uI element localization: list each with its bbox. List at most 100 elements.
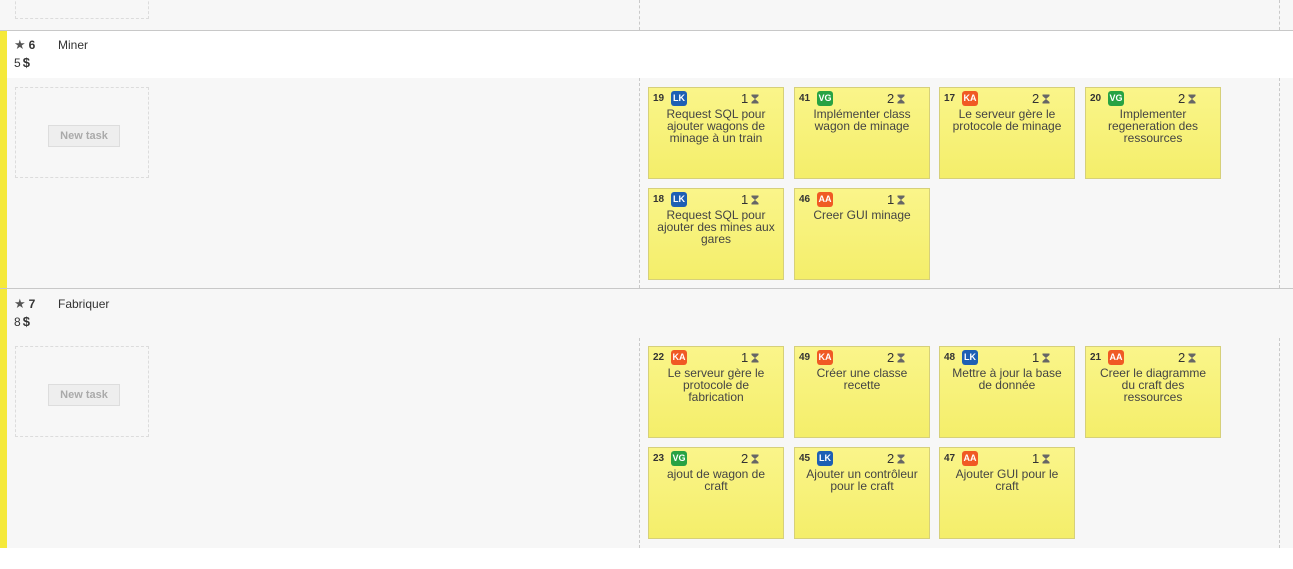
task-estimate: 2 — [887, 91, 895, 106]
new-task-box — [15, 0, 149, 19]
hourglass-icon — [897, 454, 905, 464]
dollar-icon: $ — [22, 55, 30, 70]
task-card[interactable]: 49 KA 2 Créer une classe recette — [794, 346, 930, 438]
task-estimate: 2 — [1178, 91, 1186, 106]
assignee-badge: KA — [962, 91, 978, 106]
assignee-badge: AA — [1108, 350, 1124, 365]
task-card[interactable]: 21 AA 2 Creer le diagramme du craft des … — [1085, 346, 1221, 438]
task-title: Implementer regeneration des ressources — [1107, 107, 1199, 145]
task-title: Request SQL pour ajouter des mines aux g… — [657, 208, 775, 246]
story-id-7[interactable]: ★ 7 — [14, 296, 35, 312]
hourglass-icon — [1042, 353, 1050, 363]
hourglass-icon — [1188, 94, 1196, 104]
task-estimate: 1 — [741, 91, 749, 106]
assignee-badge: AA — [962, 451, 978, 466]
assignee-badge: LK — [962, 350, 978, 365]
story-id-6[interactable]: ★ 6 — [14, 37, 35, 53]
task-title: Ajouter GUI pour le craft — [955, 467, 1059, 493]
task-estimate: 2 — [1032, 91, 1040, 106]
hourglass-icon — [897, 195, 905, 205]
task-title: Creer GUI minage — [813, 208, 911, 222]
task-id: 41 — [799, 93, 811, 104]
story-accent-bar — [0, 31, 7, 288]
task-title: Creer le diagramme du craft des ressourc… — [1099, 366, 1207, 404]
task-title: Mettre à jour la base de donnée — [952, 366, 1062, 392]
task-card[interactable]: 45 LK 2 Ajouter un contrôleur pour le cr… — [794, 447, 930, 539]
task-id: 18 — [653, 194, 665, 205]
story-points-7: 8 $ — [14, 314, 30, 329]
task-id: 20 — [1090, 93, 1102, 104]
hourglass-icon — [751, 454, 759, 464]
new-task-button[interactable]: New task — [48, 384, 120, 406]
new-task-box: New task — [15, 346, 149, 437]
story-title-7[interactable]: Fabriquer — [58, 297, 109, 311]
task-estimate: 2 — [887, 350, 895, 365]
story-title-6[interactable]: Miner — [58, 38, 88, 52]
column-separator — [1279, 338, 1280, 548]
assignee-badge: LK — [817, 451, 833, 466]
task-estimate: 2 — [887, 451, 895, 466]
task-card[interactable]: 22 KA 1 Le serveur gère le protocole de … — [648, 346, 784, 438]
hourglass-icon — [1042, 94, 1050, 104]
star-icon: ★ — [14, 296, 26, 311]
task-title: ajout de wagon de craft — [666, 467, 766, 493]
task-id: 22 — [653, 352, 665, 363]
hourglass-icon — [1188, 353, 1196, 363]
story-header-7 — [0, 289, 1293, 338]
hourglass-icon — [751, 195, 759, 205]
story-accent-bar — [0, 289, 7, 548]
task-card[interactable]: 48 LK 1 Mettre à jour la base de donnée — [939, 346, 1075, 438]
task-id: 49 — [799, 352, 811, 363]
task-card[interactable]: 46 AA 1 Creer GUI minage — [794, 188, 930, 280]
task-estimate: 1 — [887, 192, 895, 207]
assignee-badge: KA — [817, 350, 833, 365]
task-id: 21 — [1090, 352, 1102, 363]
task-id: 19 — [653, 93, 665, 104]
hourglass-icon — [897, 94, 905, 104]
assignee-badge: KA — [671, 350, 687, 365]
assignee-badge: VG — [671, 451, 687, 466]
story-header-6 — [0, 31, 1293, 78]
assignee-badge: LK — [671, 192, 687, 207]
task-card[interactable]: 20 VG 2 Implementer regeneration des res… — [1085, 87, 1221, 179]
task-title: Le serveur gère le protocole de minage — [952, 107, 1062, 133]
task-id: 48 — [944, 352, 956, 363]
hourglass-icon — [1042, 454, 1050, 464]
assignee-badge: LK — [671, 91, 687, 106]
column-separator — [639, 338, 640, 548]
task-id: 45 — [799, 453, 811, 464]
task-estimate: 1 — [1032, 451, 1040, 466]
hourglass-icon — [897, 353, 905, 363]
task-estimate: 2 — [741, 451, 749, 466]
task-title: Créer une classe recette — [816, 366, 908, 392]
previous-story-row — [0, 0, 1293, 30]
task-estimate: 1 — [741, 350, 749, 365]
scrum-board: ★ 6 Miner 5 $ New task ★ 7 Fabriquer 8 $ New… — [0, 0, 1293, 548]
task-card[interactable]: 23 VG 2 ajout de wagon de craft — [648, 447, 784, 539]
column-separator — [639, 78, 640, 288]
task-estimate: 1 — [741, 192, 749, 207]
assignee-badge: VG — [817, 91, 833, 106]
new-task-button[interactable]: New task — [48, 125, 120, 147]
task-card[interactable]: 19 LK 1 Request SQL pour ajouter wagons … — [648, 87, 784, 179]
task-title: Implémenter class wagon de minage — [813, 107, 911, 133]
task-estimate: 2 — [1178, 350, 1186, 365]
task-card[interactable]: 18 LK 1 Request SQL pour ajouter des min… — [648, 188, 784, 280]
task-card[interactable]: 41 VG 2 Implémenter class wagon de minag… — [794, 87, 930, 179]
task-id: 47 — [944, 453, 956, 464]
story-points-6: 5 $ — [14, 55, 30, 70]
task-estimate: 1 — [1032, 350, 1040, 365]
task-card[interactable]: 47 AA 1 Ajouter GUI pour le craft — [939, 447, 1075, 539]
column-separator — [639, 0, 640, 30]
task-id: 17 — [944, 93, 956, 104]
assignee-badge: AA — [817, 192, 833, 207]
star-icon: ★ — [14, 37, 26, 52]
dollar-icon: $ — [22, 314, 30, 329]
task-id: 46 — [799, 194, 811, 205]
column-separator — [1279, 0, 1280, 30]
hourglass-icon — [751, 94, 759, 104]
assignee-badge: VG — [1108, 91, 1124, 106]
column-separator — [1279, 78, 1280, 288]
task-title: Ajouter un contrôleur pour le craft — [806, 467, 918, 493]
task-card[interactable]: 17 KA 2 Le serveur gère le protocole de … — [939, 87, 1075, 179]
